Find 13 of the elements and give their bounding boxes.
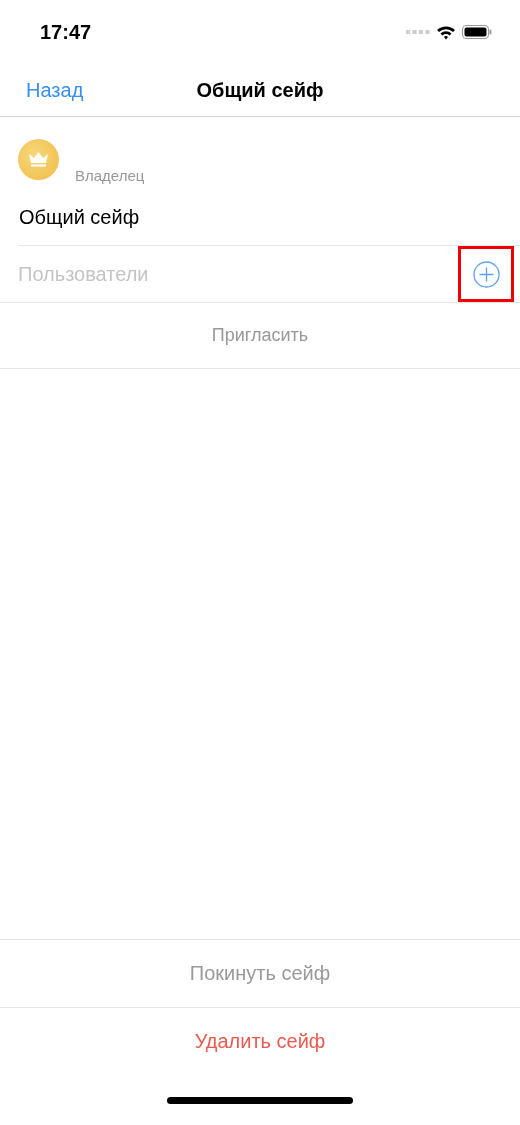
back-button[interactable]: Назад	[26, 78, 84, 102]
crown-avatar-icon	[18, 139, 59, 180]
users-field[interactable]: Пользователи	[18, 262, 318, 286]
screen-title: Общий сейф	[196, 78, 324, 102]
vault-name: Общий сейф	[18, 205, 141, 230]
battery-icon	[462, 25, 492, 39]
add-icon	[472, 260, 500, 288]
clock: 17:47	[40, 20, 92, 44]
invite-button[interactable]: Пригласить	[0, 302, 520, 369]
add-user-button[interactable]	[458, 246, 514, 302]
signal-icon	[406, 29, 430, 35]
owner-label: Владелец	[75, 167, 145, 184]
wifi-icon	[436, 24, 456, 40]
